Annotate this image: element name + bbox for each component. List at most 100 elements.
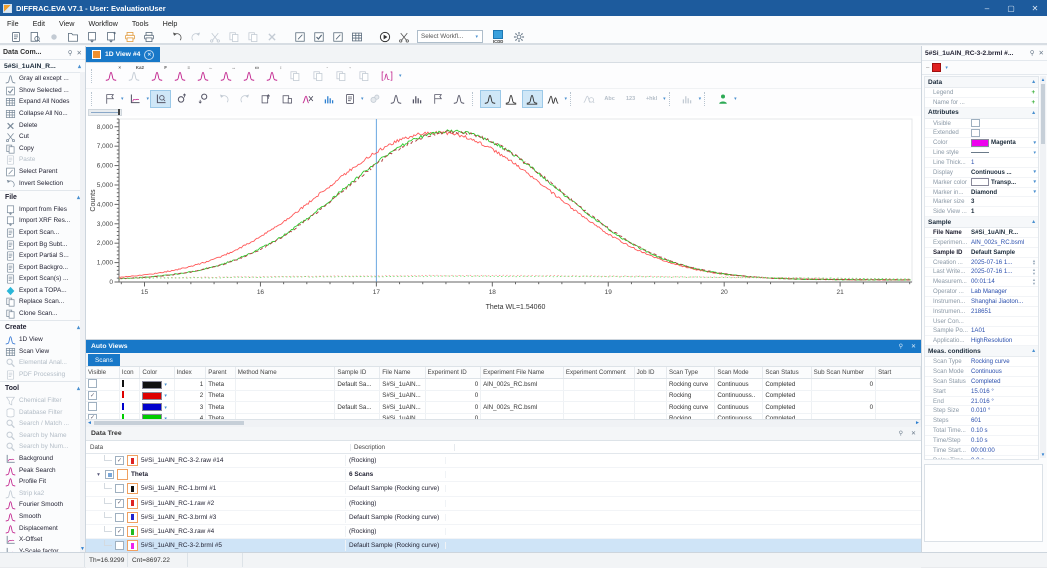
property-value[interactable]: Continuous ...▾ [971,169,1038,176]
spinner-icon[interactable]: ▲▼ [1032,268,1036,275]
fourier-smooth-icon[interactable]: F [145,64,168,87]
properties-scrollbar[interactable]: ▲ ▼ [1040,76,1046,458]
property-row[interactable]: Total Time...0.10 s [925,426,1038,436]
operator-icon[interactable] [712,90,733,108]
run-workflow-icon[interactable] [375,30,394,44]
command-export-partial-s[interactable]: Export Partial S... [0,250,85,262]
section-data[interactable]: Data▴ [925,77,1038,88]
tab-scans[interactable]: Scans [88,354,120,366]
command-collapse-all-no[interactable]: Collapse All No... [0,108,85,120]
command-displacement[interactable]: Displacement [0,522,85,534]
column-method-name[interactable]: Method Name [235,367,335,379]
column-experiment-id[interactable]: Experiment ID [425,367,481,379]
property-row[interactable]: Extended [925,129,1038,139]
property-value[interactable]: Magenta▾ [971,139,1038,147]
visible-checkbox[interactable] [88,379,97,388]
menu-tools[interactable]: Tools [125,19,156,28]
double-peak-icon[interactable] [543,90,564,108]
property-value[interactable]: Continuous [971,368,1038,375]
y-axis-mode-icon[interactable] [125,90,146,108]
section-meas-conditions[interactable]: Meas. conditions▴ [925,346,1038,357]
property-row[interactable]: Instrumen...218651 [925,307,1038,317]
peak-baseline-icon[interactable] [522,90,543,108]
property-value[interactable]: Transp...▾ [971,178,1038,186]
table-view-icon[interactable] [347,30,366,44]
menu-file[interactable]: File [0,19,26,28]
command-show-selected[interactable]: Show Selected ... [0,85,85,97]
search-hkl-icon[interactable]: +hkl [641,90,662,108]
window-tool-icon[interactable]: ▭ [237,64,260,87]
scans-table-hscrollbar[interactable]: ◄ ► [86,419,921,427]
column-experiment-comment[interactable]: Experiment Comment [563,367,634,379]
property-value[interactable]: 00:00:00 [971,447,1038,454]
command-fourier-smooth[interactable]: Fourier Smooth [0,499,85,511]
series-color-icon[interactable] [932,63,941,72]
paste-icon[interactable] [243,30,262,44]
x-axis-mode-icon[interactable] [99,90,120,108]
peak-with-base-icon[interactable] [501,90,522,108]
property-row[interactable]: Time/Step0.10 s [925,436,1038,446]
scan-row[interactable]: ✓▾2ThetaS#Si_1uAlN...0RockingContinuouss… [86,391,921,402]
property-value[interactable]: 2025-07-16 1...▲▼ [971,259,1038,266]
group-header-tool[interactable]: Tool▴ [0,381,85,395]
append-scan-icon[interactable]: ◦ [329,64,352,87]
close-icon[interactable]: ✕ [1023,0,1047,16]
property-value[interactable]: 2025-07-16 1...▲▼ [971,268,1038,275]
property-row[interactable]: Scan StatusCompleted [925,377,1038,387]
command-export-bg-subt[interactable]: Export Bg Subt... [0,238,85,250]
column-start[interactable]: Start [876,367,921,379]
range-select-icon[interactable] [428,90,449,108]
tree-row[interactable]: 5#Si_1uAlN_RC-3.brml #3Default Sample (R… [86,511,921,525]
column-sample-id[interactable]: Sample ID [335,367,380,379]
chevron-down-icon[interactable]: ▾ [663,96,666,102]
scroll-left-icon[interactable]: ◄ [87,420,92,427]
delete-icon[interactable] [262,30,281,44]
property-value[interactable]: HighResolution [971,337,1038,344]
checkbox-tool-icon[interactable] [309,30,328,44]
property-value[interactable]: + [971,99,1038,106]
pin-icon[interactable]: ⚲ [1030,49,1035,57]
peak-histogram-icon[interactable] [407,90,428,108]
group-header-create[interactable]: Create▴ [0,320,85,334]
command-invert-selection[interactable]: Invert Selection [0,177,85,189]
property-value[interactable] [971,119,1038,128]
pin-icon[interactable]: ⚲ [899,343,903,350]
color-swatch[interactable] [142,392,162,400]
property-value[interactable]: 00:01:14▲▼ [971,278,1038,285]
property-value[interactable]: Completed [971,378,1038,385]
command-cut[interactable]: Cut [0,131,85,143]
property-row[interactable]: Experimen...AlN_002s_RC.bsml [925,238,1038,248]
command-scan-view[interactable]: Scan View [0,345,85,357]
copy-view-icon[interactable] [255,90,276,108]
property-value[interactable]: 0.010 ° [971,407,1038,414]
command-import-from-files[interactable]: Import from Files [0,203,85,215]
property-row[interactable]: Start15.016 ° [925,387,1038,397]
property-value[interactable]: 0.0 s [971,457,1038,460]
property-row[interactable]: Steps601 [925,416,1038,426]
command-export-a-topa[interactable]: Export a TOPA... [0,285,85,297]
property-row[interactable]: Operator ...Lab Manager [925,287,1038,297]
rotate-doc-icon[interactable] [339,90,360,108]
property-row[interactable]: Sample Po...1A01 [925,327,1038,337]
command-profile-fit[interactable]: Profile Fit [0,476,85,488]
visible-checkbox[interactable]: ✓ [88,391,97,400]
chevron-down-icon[interactable]: ▾ [1033,169,1036,175]
property-row[interactable]: End21.016 ° [925,397,1038,407]
command-x-offset[interactable]: X-Offset [0,534,85,546]
property-row[interactable]: Line Thick...1 [925,158,1038,168]
property-row[interactable]: Step Size0.010 ° [925,406,1038,416]
property-value[interactable]: Lab Manager [971,288,1038,295]
workflow-select[interactable]: Select Workfl...▾ [417,30,483,43]
command-export-scan-s[interactable]: Export Scan(s) ... [0,273,85,285]
tab-close-icon[interactable]: ✕ [144,50,154,60]
chevron-down-icon[interactable]: ▾ [1033,150,1036,156]
chart-area[interactable]: 1516171819202101,0002,0003,0004,0005,000… [86,116,921,339]
property-row[interactable]: Time Start...00:00:00 [925,446,1038,456]
left-panel-scrollbar[interactable]: ▼ [80,72,85,553]
close-panel-icon[interactable]: ✕ [1039,49,1044,57]
chevron-down-icon[interactable]: ▾ [399,73,402,79]
expander-icon[interactable]: ▾ [95,472,102,478]
property-value[interactable]: Default Sample [971,249,1038,256]
collapse-icon[interactable]: ▴ [78,63,81,70]
close-panel-icon[interactable]: ✕ [77,49,82,57]
